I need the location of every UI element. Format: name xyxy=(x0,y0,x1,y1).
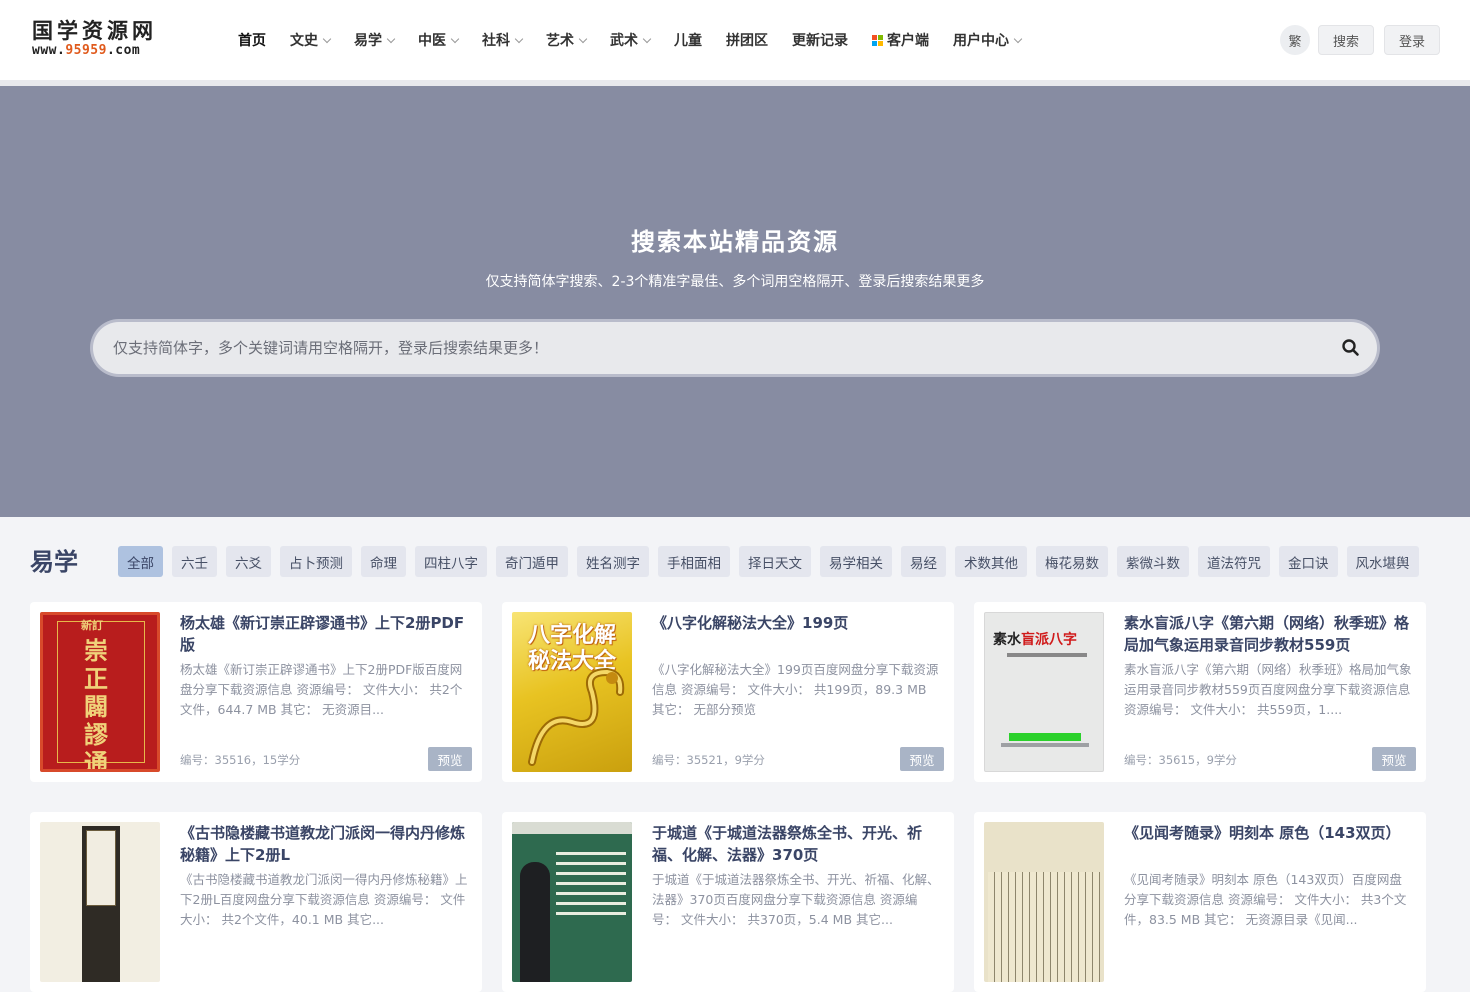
resource-card[interactable]: 素水盲派八字 素水盲派八字《第六期（网络）秋季班》格局加气象运用录音同步教材55… xyxy=(974,602,1426,782)
nav-client[interactable]: 客户端 xyxy=(872,30,929,50)
card-description: 素水盲派八字《第六期（网络）秋季班》格局加气象运用录音同步教材559页百度网盘分… xyxy=(1124,662,1412,717)
chevron-down-icon xyxy=(322,34,332,43)
card-description: 于城道《于城道法器祭炼全书、开光、祈福、化解、法器》370页百度网盘分享下载资源… xyxy=(652,872,940,927)
search-input[interactable] xyxy=(113,322,1313,374)
card-title[interactable]: 《古书隐楼藏书道教龙门派闵一得内丹修炼秘籍》上下2册L xyxy=(180,822,470,866)
nav-group-buy[interactable]: 拼团区 xyxy=(726,30,768,50)
category-tag[interactable]: 金口诀 xyxy=(1279,546,1338,577)
search-icon[interactable] xyxy=(1339,336,1363,360)
search-bar xyxy=(90,319,1380,377)
resource-card[interactable]: 于城道《于城道法器祭炼全书、开光、祈福、化解、法器》370页 于城道《于城道法器… xyxy=(502,812,954,992)
category-tag[interactable]: 姓名测字 xyxy=(577,546,649,577)
category-tag[interactable]: 风水堪舆 xyxy=(1346,546,1419,577)
nav-zhongyi[interactable]: 中医 xyxy=(418,30,460,50)
book-cover-image[interactable]: 新訂 崇正闢謬通書 xyxy=(40,612,160,772)
category-tag[interactable]: 紫微斗数 xyxy=(1117,546,1189,577)
chevron-down-icon xyxy=(578,34,588,43)
nav-yixue[interactable]: 易学 xyxy=(354,30,396,50)
nav-ertong[interactable]: 儿童 xyxy=(674,30,702,50)
preview-button[interactable]: 预览 xyxy=(428,747,472,771)
card-description: 杨太雄《新订崇正辟谬通书》上下2册PDF版百度网盘分享下载资源信息 资源编号： … xyxy=(180,662,463,717)
chevron-down-icon xyxy=(386,34,396,43)
nav-home[interactable]: 首页 xyxy=(238,30,266,50)
category-tag[interactable]: 梅花易数 xyxy=(1036,546,1108,577)
nav-wushu[interactable]: 武术 xyxy=(610,30,652,50)
card-title[interactable]: 《见闻考随录》明刻本 原色（143双页） xyxy=(1124,822,1414,844)
category-tag[interactable]: 六爻 xyxy=(226,546,271,577)
preview-button[interactable]: 预览 xyxy=(1372,747,1416,771)
site-logo[interactable]: 国学资源网 www.95959.com xyxy=(32,20,174,62)
hero-subtitle: 仅支持简体字搜索、2-3个精准字最佳、多个词用空格隔开、登录后搜索结果更多 xyxy=(485,274,985,290)
category-tag[interactable]: 六壬 xyxy=(172,546,217,577)
category-tag[interactable]: 易学相关 xyxy=(820,546,892,577)
card-meta: 编号：35615，9学分 xyxy=(1124,753,1237,767)
category-tag[interactable]: 奇门遁甲 xyxy=(496,546,568,577)
chevron-down-icon xyxy=(1013,34,1023,43)
chevron-down-icon xyxy=(642,34,652,43)
search-button[interactable]: 搜索 xyxy=(1318,25,1374,55)
category-tag[interactable]: 易经 xyxy=(901,546,946,577)
preview-button[interactable]: 预览 xyxy=(900,747,944,771)
category-tags: 全部 六壬 六爻 占卜预测 命理 四柱八字 奇门遁甲 姓名测字 手相面相 择日天文 易学相关 易经 术数… xyxy=(118,546,1428,577)
card-title[interactable]: 于城道《于城道法器祭炼全书、开光、祈福、化解、法器》370页 xyxy=(652,822,942,866)
section-title: 易学 xyxy=(30,548,78,576)
card-meta: 编号：35521，9学分 xyxy=(652,753,765,767)
traditional-chinese-toggle[interactable]: 繁 xyxy=(1280,25,1310,55)
book-cover-image[interactable] xyxy=(512,822,632,982)
category-tag[interactable]: 术数其他 xyxy=(955,546,1027,577)
chevron-down-icon xyxy=(514,34,524,43)
book-cover-image[interactable]: 八字化解秘法大全 xyxy=(512,612,632,772)
hero-title: 搜索本站精品资源 xyxy=(631,228,839,256)
nav-yishu[interactable]: 艺术 xyxy=(546,30,588,50)
chevron-down-icon xyxy=(450,34,460,43)
card-description: 《八字化解秘法大全》199页百度网盘分享下载资源信息 资源编号： 文件大小： 共… xyxy=(652,662,939,717)
book-cover-image[interactable] xyxy=(984,822,1104,982)
category-tag[interactable]: 占卜预测 xyxy=(280,546,352,577)
login-button[interactable]: 登录 xyxy=(1384,25,1440,55)
site-header: 国学资源网 www.95959.com 首页 文史 易学 中医 社科 艺术 武术… xyxy=(0,0,1470,80)
nav-wenshi[interactable]: 文史 xyxy=(290,30,332,50)
hero-search-section: 搜索本站精品资源 仅支持简体字搜索、2-3个精准字最佳、多个词用空格隔开、登录后… xyxy=(0,86,1470,517)
resource-card[interactable]: 《见闻考随录》明刻本 原色（143双页） 《见闻考随录》明刻本 原色（143双页… xyxy=(974,812,1426,992)
resource-card[interactable]: 《古书隐楼藏书道教龙门派闵一得内丹修炼秘籍》上下2册L 《古书隐楼藏书道教龙门派… xyxy=(30,812,482,992)
resource-card[interactable]: 新訂 崇正闢謬通書 杨太雄《新订崇正辟谬通书》上下2册PDF版 杨太雄《新订崇正… xyxy=(30,602,482,782)
main-nav: 首页 文史 易学 中医 社科 艺术 武术 儿童 拼团区 更新记录 客户端 用户中… xyxy=(238,28,1045,52)
nav-sheke[interactable]: 社科 xyxy=(482,30,524,50)
card-title[interactable]: 《八字化解秘法大全》199页 xyxy=(652,612,942,634)
card-description: 《古书隐楼藏书道教龙门派闵一得内丹修炼秘籍》上下2册L百度网盘分享下载资源信息 … xyxy=(180,872,468,927)
logo-text: 国学资源网 xyxy=(32,19,157,43)
book-cover-image[interactable] xyxy=(40,822,160,982)
windows-icon xyxy=(872,34,883,46)
nav-update-log[interactable]: 更新记录 xyxy=(792,30,848,50)
nav-user-center[interactable]: 用户中心 xyxy=(953,30,1023,50)
category-tag[interactable]: 道法符咒 xyxy=(1198,546,1270,577)
category-tag[interactable]: 择日天文 xyxy=(739,546,811,577)
category-tag[interactable]: 命理 xyxy=(361,546,406,577)
card-title[interactable]: 素水盲派八字《第六期（网络）秋季班》格局加气象运用录音同步教材559页 xyxy=(1124,612,1414,656)
category-tag[interactable]: 手相面相 xyxy=(658,546,730,577)
resource-card[interactable]: 八字化解秘法大全 《八字化解秘法大全》199页 《八字化解秘法大全》199页百度… xyxy=(502,602,954,782)
category-tag[interactable]: 全部 xyxy=(118,546,163,577)
card-description: 《见闻考随录》明刻本 原色（143双页）百度网盘分享下载资源信息 资源编号： 文… xyxy=(1124,872,1407,927)
book-cover-image[interactable]: 素水盲派八字 xyxy=(984,612,1104,772)
logo-url: www.95959.com xyxy=(32,43,141,58)
card-meta: 编号：35516，15学分 xyxy=(180,753,301,767)
category-tag[interactable]: 四柱八字 xyxy=(415,546,487,577)
card-title[interactable]: 杨太雄《新订崇正辟谬通书》上下2册PDF版 xyxy=(180,612,470,656)
search-box xyxy=(93,322,1377,374)
